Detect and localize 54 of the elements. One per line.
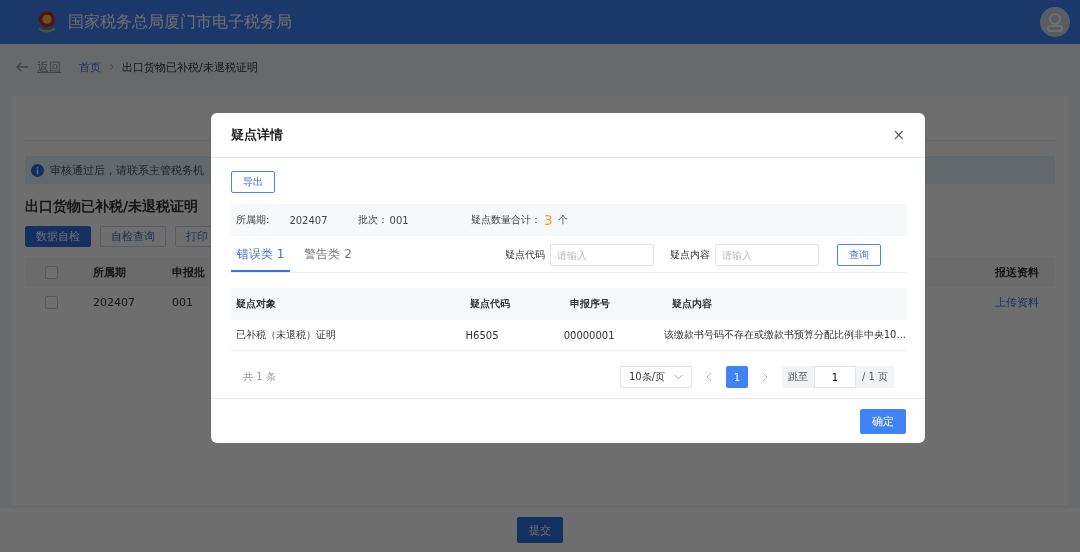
total-count: 共 1 条 [243,370,276,384]
count-unit: 个 [557,213,568,227]
user-avatar-icon[interactable] [1040,7,1070,37]
export-button[interactable]: 导出 [231,171,275,193]
table-cell-text: 已补税（未退税）证明 [236,328,337,342]
page-size-select[interactable]: 10条/页 [619,366,692,388]
query-button[interactable]: 查询 [837,244,881,266]
column-header: 报送资料 [995,264,1039,280]
page-input[interactable]: 1 [813,366,856,388]
field-value: 001 [389,214,409,226]
table-cell-text: 00000001 [563,329,616,341]
table-cell: 202407 [93,295,135,309]
notice-text: 审核通过后，请联系主管税务机 [50,162,204,178]
count-value: 3 [543,212,553,228]
site-title: 国家税务总局厦门市电子税务局 [68,11,292,33]
column-header: 申报序号 [570,297,611,311]
table-cell: 001 [172,295,193,309]
jump-label: 跳至 [786,370,809,384]
field-value: 202407 [289,214,328,226]
upload-link[interactable]: 上传资料 [995,294,1039,310]
filter-label: 疑点内容 [670,248,710,262]
breadcrumb-item[interactable]: 出口货物已补税/未退税证明 [122,59,258,75]
breadcrumb-separator-icon [109,63,114,71]
column-header: 疑点内容 [672,297,712,311]
action-button[interactable]: 自检查询 [100,226,166,247]
filter-label: 疑点代码 [505,248,545,262]
close-button[interactable]: × [892,126,905,144]
column-header: 申报批 [172,264,205,280]
confirm-button[interactable]: 确定 [860,408,906,434]
page-count: / 1 页 [860,370,889,384]
breadcrumb-item[interactable]: 首页 [79,59,101,75]
tab[interactable]: 警告类 2 [298,238,358,272]
tab[interactable]: 错误类 1 [231,238,291,272]
previous-page-icon[interactable] [705,372,712,382]
table-cell-text: H6505 [465,329,500,341]
action-button[interactable]: 数据自检 [25,226,91,247]
field-label: 疑点数量合计： [470,213,541,227]
next-page-icon[interactable] [761,372,768,382]
input-field[interactable]: 请输入 [715,244,819,266]
column-header: 所属期 [93,264,126,280]
column-header: 疑点对象 [236,297,277,311]
field-label: 所属期: [236,213,270,227]
page-title: 出口货物已补税/未退税证明 [25,198,200,216]
field-label: 批次： [357,213,388,227]
table-cell: 该缴款书号码不存在或缴款书预算分配比例非中央10... [663,328,906,342]
input-field[interactable]: 请输入 [550,244,654,266]
info-icon [31,163,44,177]
back-arrow-icon[interactable] [15,62,29,72]
submit-button[interactable]: 提交 [517,517,563,543]
column-header: 疑点代码 [470,297,511,311]
page-number[interactable]: 1 [725,366,748,388]
chevron-down-icon [673,374,683,380]
emblem-icon [36,9,58,35]
dialog-title: 疑点详情 [231,126,283,144]
